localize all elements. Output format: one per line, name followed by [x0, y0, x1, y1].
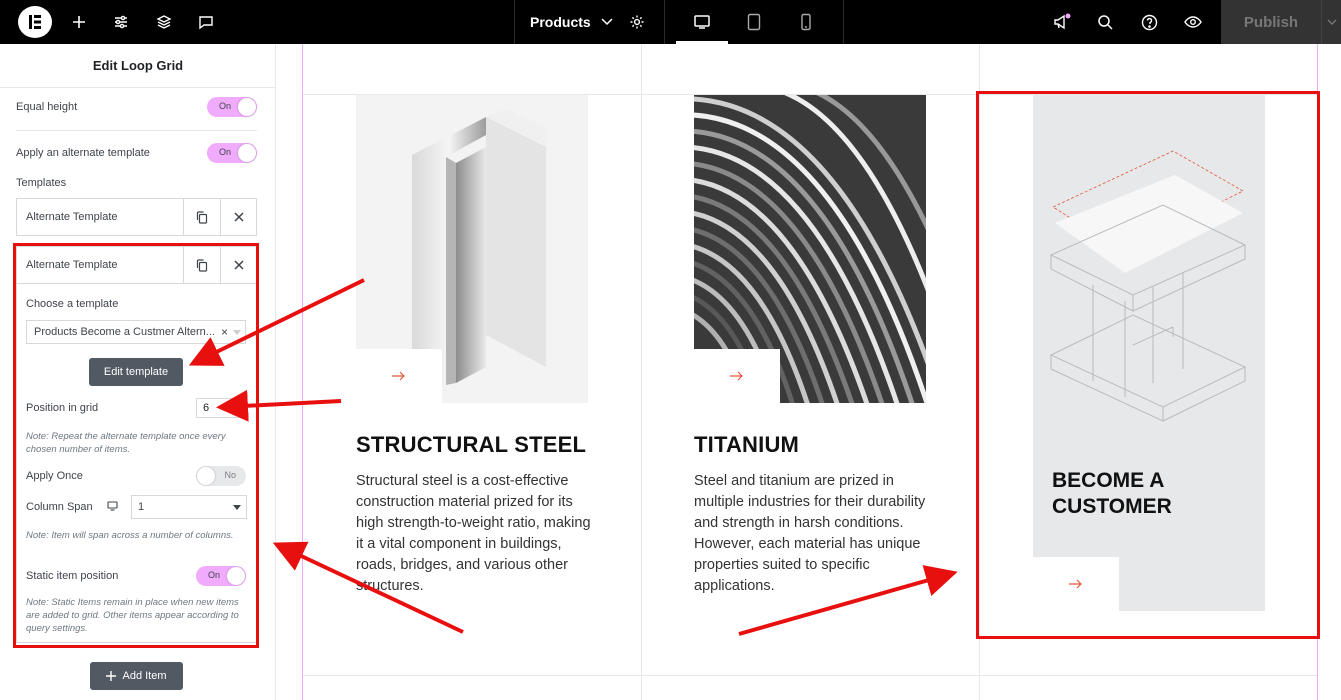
card-description: Steel and titanium are prized in multipl… — [694, 473, 926, 594]
search-icon[interactable] — [1091, 0, 1119, 44]
structure-layers-icon[interactable] — [151, 0, 177, 44]
templates-label: Templates — [16, 177, 67, 189]
mobile-device-icon[interactable] — [792, 0, 820, 44]
document-name: Products — [530, 14, 591, 30]
topbar-separator — [514, 0, 515, 44]
repeater-item[interactable]: Alternate Template — [16, 198, 257, 236]
page-settings-gear-icon[interactable] — [624, 0, 650, 44]
tablet-device-icon[interactable] — [740, 0, 768, 44]
add-item-button[interactable]: Add Item — [90, 662, 183, 690]
publish-options-button[interactable] — [1321, 0, 1341, 44]
topbar-separator — [664, 0, 665, 44]
panel-title: Edit Loop Grid — [0, 44, 276, 88]
desktop-device-icon[interactable] — [688, 0, 716, 44]
divider — [16, 130, 257, 131]
repeater-item-title: Alternate Template — [26, 211, 118, 223]
card-description: Structural steel is a cost-effective con… — [356, 473, 591, 594]
card-title[interactable]: TITANIUM — [694, 432, 799, 458]
remove-icon[interactable] — [220, 199, 257, 235]
pink-guide — [302, 44, 303, 700]
add-item-label: Add Item — [122, 670, 167, 682]
site-settings-icon[interactable] — [108, 0, 134, 44]
chevron-down-icon — [601, 18, 613, 26]
equal-height-label: Equal height — [16, 101, 78, 113]
top-bar: Products Publish — [0, 0, 1341, 44]
plus-icon — [106, 671, 117, 681]
whats-new-megaphone-icon[interactable] — [1048, 0, 1076, 44]
duplicate-icon[interactable] — [183, 199, 220, 235]
document-selector[interactable]: Products — [530, 0, 613, 44]
preview-eye-icon[interactable] — [1179, 0, 1207, 44]
add-element-icon[interactable] — [66, 0, 92, 44]
toggle-state: On — [219, 101, 232, 111]
card-title[interactable]: STRUCTURAL STEEL — [356, 432, 586, 458]
chevron-down-icon — [1327, 19, 1336, 25]
notes-comment-icon[interactable] — [193, 0, 219, 44]
annotation-highlight-box — [976, 91, 1320, 639]
grid-column-line — [641, 44, 642, 700]
read-more-arrow-icon[interactable] — [356, 349, 442, 403]
grid-row-line — [303, 675, 1317, 676]
alternate-template-label: Apply an alternate template — [16, 147, 150, 159]
publish-button[interactable]: Publish — [1221, 0, 1321, 44]
equal-height-toggle[interactable]: On — [207, 97, 257, 117]
read-more-arrow-icon[interactable] — [694, 349, 780, 403]
topbar-separator — [843, 0, 844, 44]
toggle-state: On — [219, 147, 232, 157]
help-icon[interactable] — [1135, 0, 1163, 44]
alternate-template-toggle[interactable]: On — [207, 143, 257, 163]
annotation-highlight-box — [13, 243, 259, 648]
elementor-logo-icon[interactable] — [18, 6, 52, 38]
